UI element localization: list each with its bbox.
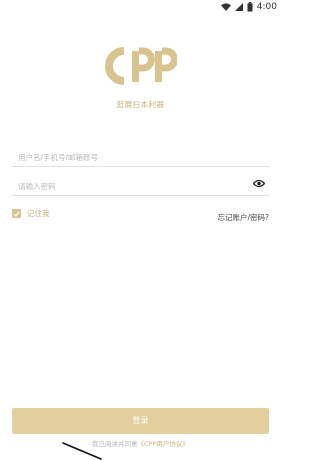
password-field bbox=[12, 174, 269, 197]
cell-signal-icon bbox=[234, 3, 243, 11]
wifi-icon bbox=[220, 3, 231, 11]
login-button[interactable]: 登录 bbox=[12, 408, 269, 434]
username-field bbox=[12, 145, 269, 168]
check-icon bbox=[13, 211, 20, 217]
username-input[interactable] bbox=[12, 147, 238, 168]
remember-me-toggle[interactable]: 记住我 bbox=[12, 208, 50, 219]
status-bar: 4:00 bbox=[0, 0, 281, 14]
forgot-password-link[interactable]: 忘记账户/密码? bbox=[217, 212, 269, 223]
cpp-logo bbox=[105, 47, 177, 85]
password-input[interactable] bbox=[12, 176, 238, 197]
eye-icon[interactable] bbox=[253, 179, 265, 188]
remember-checkbox[interactable] bbox=[12, 209, 21, 218]
agreement-notice: 我已阅读并同意《CPP用户协议》 bbox=[0, 438, 281, 448]
login-screen: 4:00 逛展扫本利器 记住我 忘记账户/密码? 登录 我已阅读并同意《CPP用… bbox=[0, 0, 281, 460]
brand-tagline: 逛展扫本利器 bbox=[116, 100, 165, 109]
stroke-mark bbox=[62, 442, 102, 460]
remember-label: 记住我 bbox=[27, 209, 50, 218]
battery-icon bbox=[247, 2, 253, 12]
status-time: 4:00 bbox=[256, 2, 277, 12]
user-agreement-link[interactable]: 《CPP用户协议》 bbox=[138, 440, 189, 448]
